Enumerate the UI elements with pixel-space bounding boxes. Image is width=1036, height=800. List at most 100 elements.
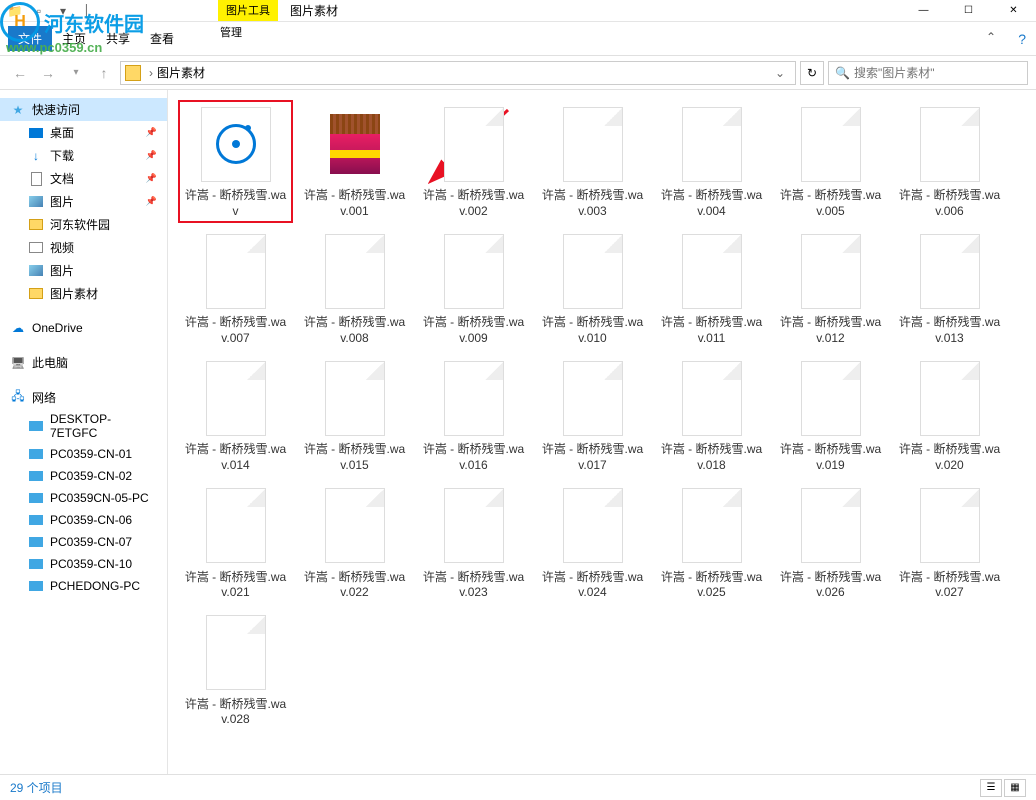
- file-item[interactable]: 许嵩 - 断桥残雪.wav.015: [297, 354, 412, 477]
- file-thumbnail: [196, 104, 276, 184]
- nav-history-dropdown[interactable]: ▾: [64, 61, 88, 85]
- file-name-label: 许嵩 - 断桥残雪.wav.010: [539, 315, 646, 346]
- computer-icon: [28, 446, 44, 462]
- nav-forward-button[interactable]: →: [36, 61, 60, 85]
- sidebar-quick-item[interactable]: 文档📌: [0, 167, 167, 190]
- refresh-button[interactable]: ↻: [800, 61, 824, 85]
- sidebar-network-computer[interactable]: PC0359CN-05-PC: [0, 487, 167, 509]
- pic-icon: [28, 263, 44, 279]
- file-thumbnail: [910, 486, 990, 566]
- ribbon-tab-file[interactable]: 文件: [8, 26, 52, 51]
- file-thumbnail: [434, 231, 514, 311]
- nav-back-button[interactable]: ←: [8, 61, 32, 85]
- sidebar-item-label: 图片: [50, 193, 74, 210]
- file-item[interactable]: 许嵩 - 断桥残雪.wav.004: [654, 100, 769, 223]
- maximize-button[interactable]: ☐: [946, 0, 991, 22]
- file-item[interactable]: 许嵩 - 断桥残雪.wav.020: [892, 354, 1007, 477]
- file-item[interactable]: 许嵩 - 断桥残雪.wav.009: [416, 227, 531, 350]
- sidebar-quick-item[interactable]: 河东软件园: [0, 213, 167, 236]
- file-item[interactable]: 许嵩 - 断桥残雪.wav.026: [773, 482, 888, 605]
- file-name-label: 许嵩 - 断桥残雪.wav.021: [182, 570, 289, 601]
- sidebar-item-label: DESKTOP-7ETGFC: [50, 412, 157, 440]
- file-thumbnail: [434, 486, 514, 566]
- sidebar: ★ 快速访问 桌面📌↓下载📌文档📌图片📌河东软件园视频图片图片素材 ☁ OneD…: [0, 90, 168, 774]
- file-item[interactable]: 许嵩 - 断桥残雪.wav.022: [297, 482, 412, 605]
- file-item[interactable]: 许嵩 - 断桥残雪.wav.007: [178, 227, 293, 350]
- sidebar-network-computer[interactable]: DESKTOP-7ETGFC: [0, 409, 167, 443]
- file-item[interactable]: 许嵩 - 断桥残雪.wav.028: [178, 609, 293, 732]
- sidebar-quick-item[interactable]: 桌面📌: [0, 121, 167, 144]
- file-content-area[interactable]: 许嵩 - 断桥残雪.wav许嵩 - 断桥残雪.wav.001许嵩 - 断桥残雪.…: [168, 90, 1036, 774]
- breadcrumb-current[interactable]: 图片素材: [157, 64, 205, 81]
- file-item[interactable]: 许嵩 - 断桥残雪.wav.011: [654, 227, 769, 350]
- file-name-label: 许嵩 - 断桥残雪.wav.012: [777, 315, 884, 346]
- file-thumbnail: [196, 613, 276, 693]
- qat-separator: │: [76, 1, 98, 21]
- minimize-button[interactable]: —: [901, 0, 946, 22]
- sidebar-network-computer[interactable]: PC0359-CN-06: [0, 509, 167, 531]
- search-box[interactable]: 🔍: [828, 61, 1028, 85]
- file-item[interactable]: 许嵩 - 断桥残雪.wav.010: [535, 227, 650, 350]
- sidebar-label: 网络: [32, 389, 56, 406]
- file-item[interactable]: 许嵩 - 断桥残雪.wav.019: [773, 354, 888, 477]
- ribbon-tab-share[interactable]: 共享: [96, 26, 140, 51]
- file-item[interactable]: 许嵩 - 断桥残雪.wav.012: [773, 227, 888, 350]
- file-item[interactable]: 许嵩 - 断桥残雪.wav.016: [416, 354, 531, 477]
- ribbon-expand-icon[interactable]: ⌃: [986, 30, 996, 44]
- ribbon-tab-home[interactable]: 主页: [52, 26, 96, 51]
- sidebar-quick-item[interactable]: 视频: [0, 236, 167, 259]
- file-thumbnail: [553, 104, 633, 184]
- file-item[interactable]: 许嵩 - 断桥残雪.wav.005: [773, 100, 888, 223]
- search-input[interactable]: [854, 66, 1021, 80]
- help-icon[interactable]: ?: [1018, 31, 1026, 47]
- breadcrumb[interactable]: › 图片素材 ⌄: [120, 61, 796, 85]
- breadcrumb-dropdown-icon[interactable]: ⌄: [769, 66, 791, 80]
- file-item[interactable]: 许嵩 - 断桥残雪.wav.024: [535, 482, 650, 605]
- file-item[interactable]: 许嵩 - 断桥残雪.wav.002: [416, 100, 531, 223]
- sidebar-quick-item[interactable]: 图片: [0, 259, 167, 282]
- ribbon: 文件 主页 共享 查看 管理 ⌃ ?: [0, 22, 1036, 56]
- network-icon: 🖧: [10, 390, 26, 406]
- file-item[interactable]: 许嵩 - 断桥残雪.wav: [178, 100, 293, 223]
- sidebar-quick-item[interactable]: 图片📌: [0, 190, 167, 213]
- file-thumbnail: [315, 104, 395, 184]
- sidebar-quick-item[interactable]: 图片素材: [0, 282, 167, 305]
- sidebar-quick-item[interactable]: ↓下载📌: [0, 144, 167, 167]
- file-item[interactable]: 许嵩 - 断桥残雪.wav.018: [654, 354, 769, 477]
- file-name-label: 许嵩 - 断桥残雪.wav.028: [182, 697, 289, 728]
- file-item[interactable]: 许嵩 - 断桥残雪.wav.027: [892, 482, 1007, 605]
- file-item[interactable]: 许嵩 - 断桥残雪.wav.017: [535, 354, 650, 477]
- sidebar-network-computer[interactable]: PC0359-CN-01: [0, 443, 167, 465]
- file-name-label: 许嵩 - 断桥残雪.wav.013: [896, 315, 1003, 346]
- sidebar-this-pc[interactable]: 🖥 此电脑: [0, 351, 167, 374]
- sidebar-quick-access[interactable]: ★ 快速访问: [0, 98, 167, 121]
- file-item[interactable]: 许嵩 - 断桥残雪.wav.025: [654, 482, 769, 605]
- sidebar-network[interactable]: 🖧 网络: [0, 386, 167, 409]
- file-item[interactable]: 许嵩 - 断桥残雪.wav.001: [297, 100, 412, 223]
- file-name-label: 许嵩 - 断桥残雪.wav.007: [182, 315, 289, 346]
- file-item[interactable]: 许嵩 - 断桥残雪.wav.006: [892, 100, 1007, 223]
- qat-properties-icon[interactable]: ▫: [28, 1, 50, 21]
- file-thumbnail: [672, 486, 752, 566]
- close-button[interactable]: ✕: [991, 0, 1036, 22]
- file-item[interactable]: 许嵩 - 断桥残雪.wav.014: [178, 354, 293, 477]
- view-details-button[interactable]: ☰: [980, 779, 1002, 797]
- ribbon-tab-view[interactable]: 查看: [140, 26, 184, 51]
- file-item[interactable]: 许嵩 - 断桥残雪.wav.013: [892, 227, 1007, 350]
- nav-up-button[interactable]: ↑: [92, 61, 116, 85]
- sidebar-network-computer[interactable]: PCHEDONG-PC: [0, 575, 167, 597]
- qat-dropdown-icon[interactable]: ▾: [52, 1, 74, 21]
- ribbon-tab-manage[interactable]: 管理: [220, 24, 242, 40]
- file-item[interactable]: 许嵩 - 断桥残雪.wav.023: [416, 482, 531, 605]
- sidebar-network-computer[interactable]: PC0359-CN-07: [0, 531, 167, 553]
- chevron-right-icon[interactable]: ›: [145, 66, 157, 80]
- file-name-label: 许嵩 - 断桥残雪.wav.020: [896, 442, 1003, 473]
- sidebar-network-computer[interactable]: PC0359-CN-02: [0, 465, 167, 487]
- sidebar-onedrive[interactable]: ☁ OneDrive: [0, 317, 167, 339]
- file-item[interactable]: 许嵩 - 断桥残雪.wav.008: [297, 227, 412, 350]
- file-item[interactable]: 许嵩 - 断桥残雪.wav.021: [178, 482, 293, 605]
- file-item[interactable]: 许嵩 - 断桥残雪.wav.003: [535, 100, 650, 223]
- view-icons-button[interactable]: ▦: [1004, 779, 1026, 797]
- folder-icon[interactable]: 📁: [4, 1, 26, 21]
- sidebar-network-computer[interactable]: PC0359-CN-10: [0, 553, 167, 575]
